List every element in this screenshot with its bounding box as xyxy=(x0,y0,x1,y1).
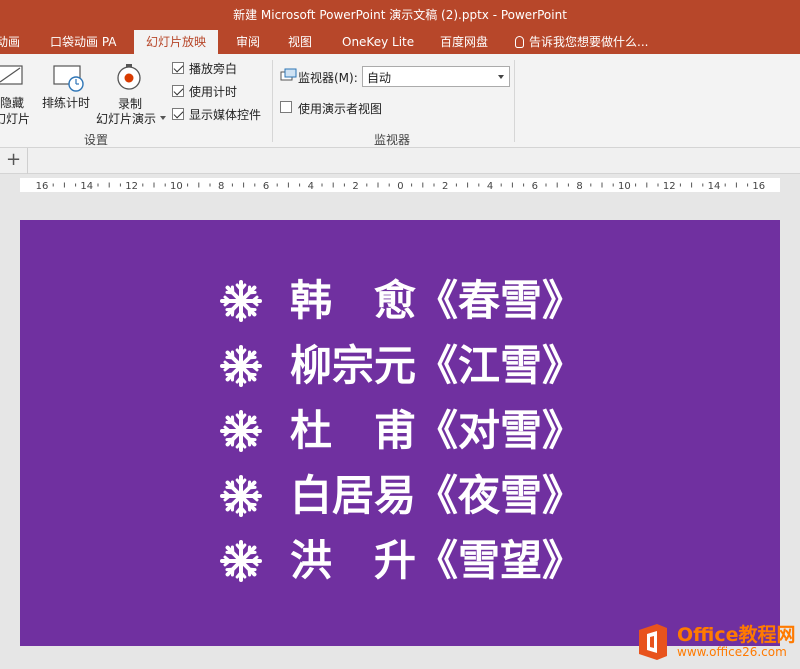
monitor-label: 监视器(M): xyxy=(298,71,358,85)
chevron-down-icon xyxy=(498,75,504,79)
hide-slide-icon xyxy=(0,65,23,85)
monitor-icon xyxy=(280,68,297,81)
title-bar: 新建 Microsoft PowerPoint 演示文稿 (2).pptx - … xyxy=(0,0,800,30)
presenter-view-label: 使用演示者视图 xyxy=(298,102,383,116)
snowflake-icon xyxy=(220,280,262,322)
ruler-label: 14 xyxy=(708,181,721,192)
tell-me-box[interactable]: 告诉我您想要做什么... xyxy=(515,30,648,54)
monitor-select-value: 自动 xyxy=(367,71,392,85)
watermark: Office教程网 www.office26.com xyxy=(635,620,800,666)
ruler-label: 4 xyxy=(308,181,314,192)
watermark-url: www.office26.com xyxy=(677,645,787,659)
show-media-controls-label: 显示媒体控件 xyxy=(189,108,262,122)
setup-group-label: 设置 xyxy=(84,133,109,147)
snowflake-icon xyxy=(220,410,262,452)
record-icon xyxy=(117,64,141,90)
tab-view[interactable]: 视图 xyxy=(288,30,312,54)
record-dropdown-icon xyxy=(160,116,166,120)
ruler-label: 8 xyxy=(218,181,224,192)
poem-line: 柳宗元《江雪》 xyxy=(218,341,584,391)
poem-line-text: 韩 愈《春雪》 xyxy=(290,276,585,325)
ruler-label: 12 xyxy=(125,181,138,192)
snowflake-icon xyxy=(220,540,262,582)
ruler-label: 2 xyxy=(442,181,448,192)
rehearse-timings-button[interactable]: 排练计时 xyxy=(40,54,96,126)
monitor-select[interactable]: 自动 xyxy=(362,66,510,87)
play-narrations-label: 播放旁白 xyxy=(189,62,238,76)
ruler-label: 2 xyxy=(352,181,358,192)
ruler-label: 16 xyxy=(36,181,49,192)
hide-slide-button[interactable]: 隐藏 幻灯片 xyxy=(0,54,34,126)
slide-canvas[interactable]: 韩 愈《春雪》 柳宗元《江雪》 杜 甫《对雪》 白居易《夜雪》 洪 升《雪望》 xyxy=(20,220,780,646)
record-slideshow-button[interactable]: 录制 幻灯片演示 xyxy=(96,54,168,126)
tab-slideshow[interactable]: 幻灯片放映 xyxy=(134,30,219,54)
ruler-label: 8 xyxy=(576,181,582,192)
play-narrations-checkbox[interactable] xyxy=(172,62,184,74)
use-timings-checkbox[interactable] xyxy=(172,85,184,97)
group-divider xyxy=(272,60,273,142)
show-media-controls-checkbox[interactable] xyxy=(172,108,184,120)
poem-line-text: 杜 甫《对雪》 xyxy=(290,406,585,455)
horizontal-ruler: 16 14 12 10 8 6 4 2 0 2 4 6 8 10 12 14 16 xyxy=(20,178,780,192)
hide-slide-label-2: 幻灯片 xyxy=(0,112,31,126)
tab-pocket-animation[interactable]: 口袋动画 PA xyxy=(50,30,117,54)
tab-baidu-netdisk[interactable]: 百度网盘 xyxy=(440,30,488,54)
office-logo-icon xyxy=(639,624,667,660)
snowflake-icon xyxy=(220,345,262,387)
tab-review[interactable]: 审阅 xyxy=(236,30,260,54)
poem-line: 韩 愈《春雪》 xyxy=(218,276,584,326)
watermark-name: Office教程网 xyxy=(677,624,796,646)
ruler-label: 12 xyxy=(663,181,676,192)
ruler-area: 16 14 12 10 8 6 4 2 0 2 4 6 8 10 12 14 16 xyxy=(0,175,800,195)
monitors-group-label: 监视器 xyxy=(374,133,411,147)
add-slide-button[interactable]: + xyxy=(0,148,28,174)
poem-line: 杜 甫《对雪》 xyxy=(218,406,584,456)
poem-line-text: 白居易《夜雪》 xyxy=(290,471,585,520)
ribbon-tab-row: 动画 口袋动画 PA 幻灯片放映 审阅 视图 OneKey Lite 百度网盘 … xyxy=(0,30,800,54)
use-timings-label: 使用计时 xyxy=(189,85,238,99)
record-label-2: 幻灯片演示 xyxy=(96,112,157,126)
ruler-label: 0 xyxy=(397,181,403,192)
ruler-label: 10 xyxy=(618,181,631,192)
tell-me-text: 告诉我您想要做什么... xyxy=(529,35,649,49)
window-title: 新建 Microsoft PowerPoint 演示文稿 (2).pptx - … xyxy=(233,8,567,22)
ruler-label: 6 xyxy=(532,181,538,192)
tab-onekey-lite[interactable]: OneKey Lite xyxy=(342,30,414,54)
presenter-view-checkbox[interactable] xyxy=(280,101,292,113)
slide-strip: + xyxy=(0,148,800,174)
rehearse-timings-label: 排练计时 xyxy=(42,96,91,110)
ruler-label: 6 xyxy=(263,181,269,192)
poem-line-text: 柳宗元《江雪》 xyxy=(290,341,585,390)
group-divider xyxy=(514,60,515,142)
poem-line: 白居易《夜雪》 xyxy=(218,471,584,521)
ruler-label: 14 xyxy=(80,181,93,192)
rehearse-timings-icon xyxy=(53,65,84,92)
snowflake-icon xyxy=(220,475,262,517)
poem-line: 洪 升《雪望》 xyxy=(218,536,584,586)
tab-animations[interactable]: 动画 xyxy=(0,30,20,54)
ruler-label: 16 xyxy=(752,181,765,192)
poem-line-text: 洪 升《雪望》 xyxy=(290,536,585,585)
lightbulb-icon xyxy=(515,36,524,48)
ruler-label: 10 xyxy=(170,181,183,192)
ruler-label: 4 xyxy=(487,181,493,192)
ribbon: 隐藏 幻灯片 排练计时 录制 幻灯片演示 播放旁白 使用计时 显示媒体控件 设置 xyxy=(0,54,800,148)
hide-slide-label-1: 隐藏 xyxy=(0,96,25,110)
